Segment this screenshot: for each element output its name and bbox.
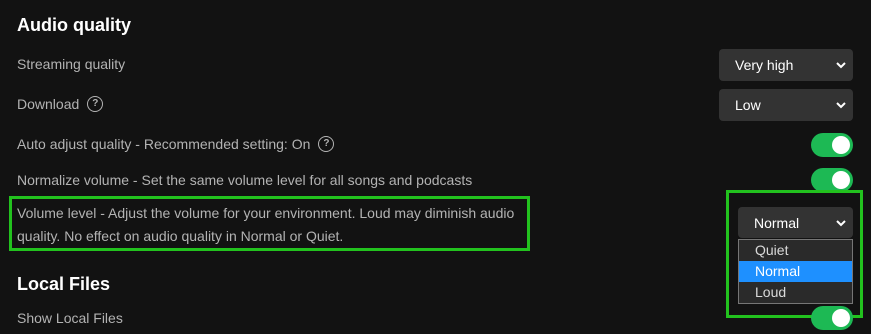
- volume-level-value: Normal: [754, 214, 800, 231]
- streaming-quality-label: Streaming quality: [17, 56, 125, 72]
- volume-level-dropdown: Quiet Normal Loud: [738, 239, 853, 304]
- auto-adjust-text: Auto adjust quality - Recommended settin…: [17, 136, 311, 152]
- volume-level-text-line2: quality. No effect on audio quality in N…: [17, 228, 344, 244]
- toggle-knob: [832, 309, 850, 327]
- question-circle-icon[interactable]: ?: [87, 96, 104, 112]
- chevron-down-icon: [836, 62, 846, 69]
- auto-adjust-label: Auto adjust quality - Recommended settin…: [17, 136, 335, 152]
- normalize-volume-label: Normalize volume - Set the same volume l…: [17, 172, 472, 188]
- toggle-knob: [832, 171, 850, 189]
- download-text: Download: [17, 96, 80, 112]
- section-title-local-files: Local Files: [17, 274, 111, 294]
- streaming-quality-select[interactable]: Very high: [719, 49, 853, 81]
- show-local-files-text: Show Local Files: [17, 310, 123, 326]
- show-local-files-toggle[interactable]: [811, 306, 853, 330]
- chevron-down-icon: [836, 102, 846, 109]
- normalize-volume-toggle[interactable]: [811, 168, 853, 192]
- normalize-volume-text: Normalize volume - Set the same volume l…: [17, 172, 473, 188]
- volume-level-text-line1: Volume level - Adjust the volume for you…: [17, 205, 515, 221]
- question-circle-icon[interactable]: ?: [318, 136, 335, 152]
- toggle-knob: [832, 136, 850, 154]
- streaming-quality-value: Very high: [735, 57, 794, 73]
- show-local-files-label: Show Local Files: [17, 310, 123, 326]
- volume-option-quiet[interactable]: Quiet: [739, 240, 852, 261]
- download-quality-select[interactable]: Low: [719, 89, 853, 121]
- download-label: Download ?: [17, 96, 104, 112]
- volume-level-select[interactable]: Normal: [738, 207, 853, 238]
- auto-adjust-toggle[interactable]: [811, 133, 853, 157]
- streaming-quality-text: Streaming quality: [17, 56, 126, 72]
- volume-option-loud[interactable]: Loud: [739, 282, 852, 303]
- volume-option-normal[interactable]: Normal: [739, 261, 852, 282]
- volume-level-label: Volume level - Adjust the volume for you…: [17, 202, 514, 248]
- section-title-audio-quality: Audio quality: [17, 15, 131, 35]
- chevron-down-icon: [836, 219, 846, 226]
- download-quality-value: Low: [735, 97, 761, 113]
